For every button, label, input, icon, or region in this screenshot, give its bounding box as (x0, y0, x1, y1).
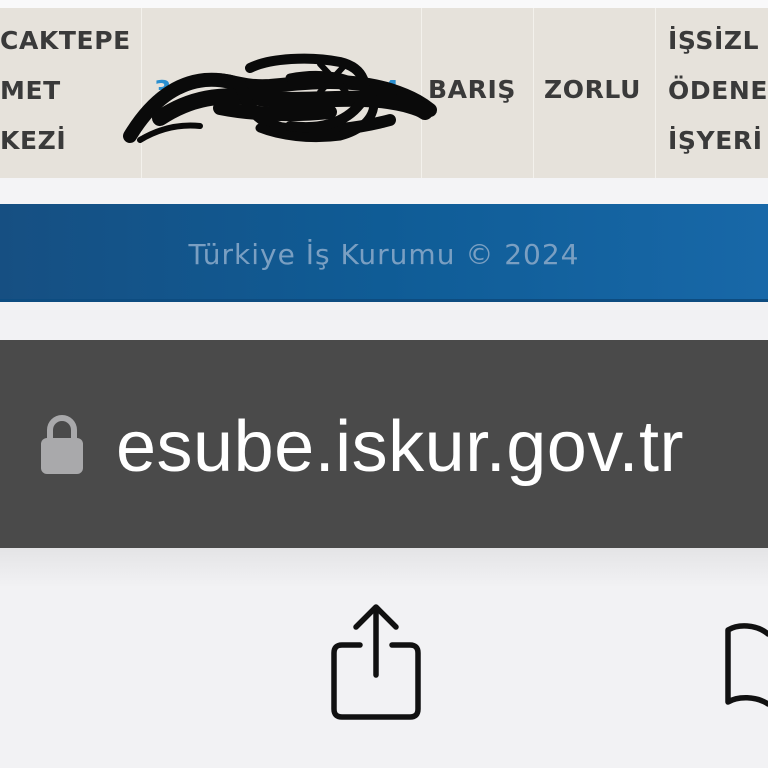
status-line-3: İŞYERİ (668, 126, 763, 155)
table-cell-status: İŞSİZL ÖDENE İŞYERİ (656, 8, 768, 178)
footer-copyright: Türkiye İş Kurumu © 2024 (188, 238, 580, 271)
table-row: CAKTEPE MET KEZİ 3 4 BARIŞ ZORLU İŞSİZL … (0, 8, 768, 178)
redaction-scribble (123, 53, 437, 143)
bookmarks-icon[interactable] (722, 618, 768, 714)
page-bottom (0, 302, 768, 320)
first-name: BARIŞ (428, 75, 516, 104)
url-text[interactable]: esube.iskur.gov.tr (116, 392, 684, 502)
lock-icon (41, 415, 83, 474)
office-name-line-2: MET (0, 76, 61, 105)
office-name-line-3: KEZİ (0, 126, 67, 155)
toolbar-shadow (0, 548, 768, 588)
page-top-strip (0, 0, 768, 8)
share-icon[interactable] (328, 603, 424, 721)
last-name: ZORLU (544, 75, 641, 104)
web-page-content: CAKTEPE MET KEZİ 3 4 BARIŞ ZORLU İŞSİZL … (0, 0, 768, 320)
page-footer: Türkiye İş Kurumu © 2024 (0, 204, 768, 302)
table-cell-last-name: ZORLU (534, 8, 656, 178)
status-line-1: İŞSİZL (668, 26, 760, 55)
status-line-2: ÖDENE (668, 76, 768, 105)
office-name-line-1: CAKTEPE (0, 26, 131, 55)
page-spacer (0, 178, 768, 204)
